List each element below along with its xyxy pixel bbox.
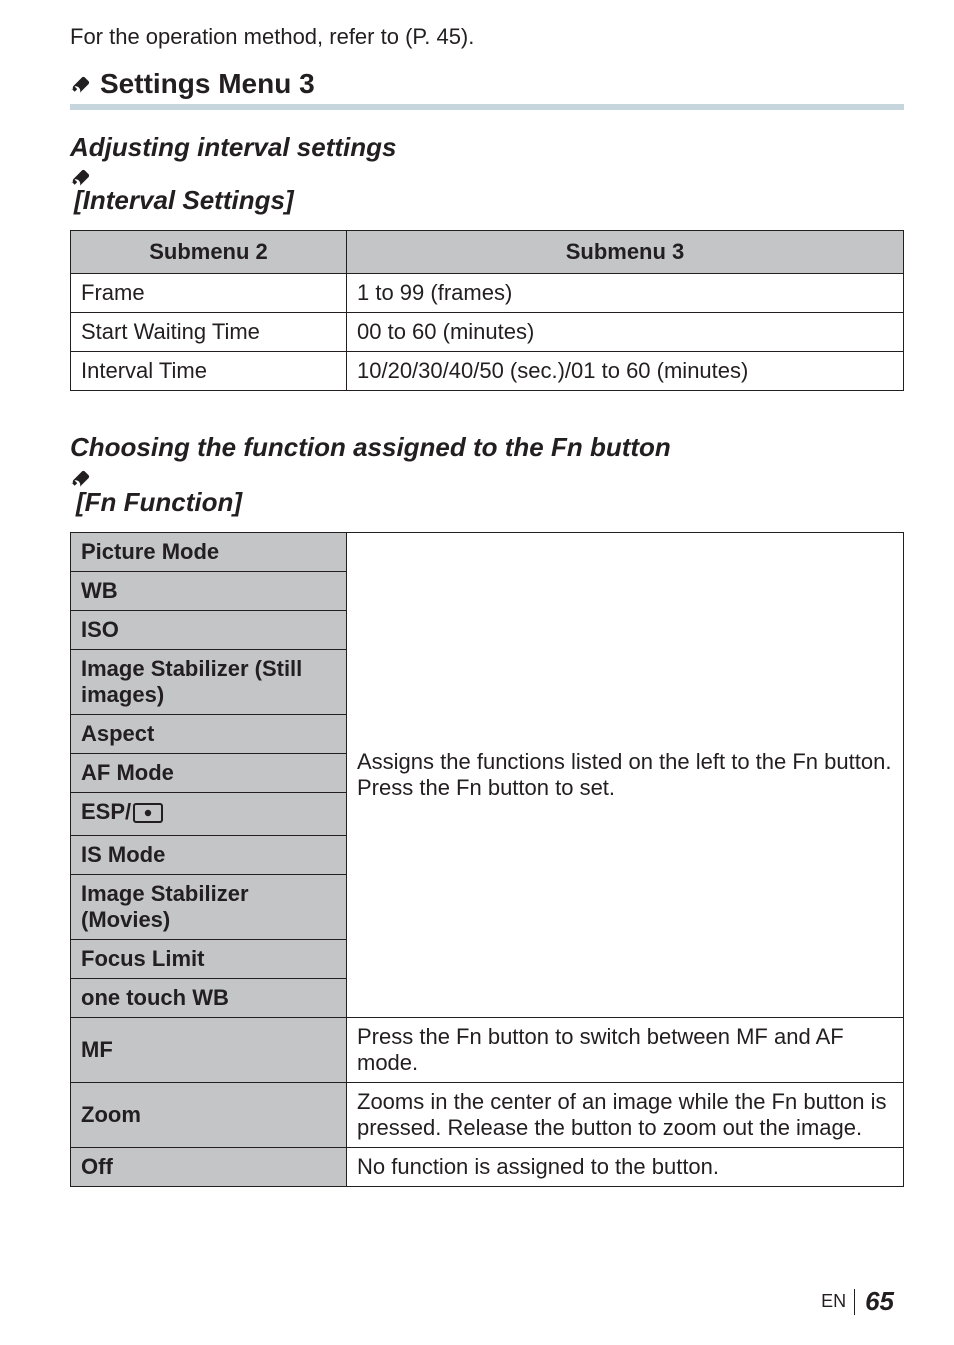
table1-row0-label: Frame — [71, 274, 347, 313]
fn-assign-desc-line2: Press the Fn button to set. — [357, 775, 893, 801]
fn-option-image-stabilizer-still: Image Stabilizer (Still images) — [71, 650, 347, 715]
fn-option-esp-spot: ESP/ — [71, 793, 347, 836]
fn-option-mf: MF — [71, 1018, 347, 1083]
table-row: Zoom Zooms in the center of an image whi… — [71, 1083, 904, 1148]
fn-option-focus-limit: Focus Limit — [71, 940, 347, 979]
fn-option-aspect: Aspect — [71, 715, 347, 754]
fn-assign-desc-line1: Assigns the functions listed on the left… — [357, 749, 893, 775]
table1-head-c2: Submenu 3 — [347, 231, 904, 274]
interval-subheading-bracket: [ — [74, 185, 83, 215]
intro-text: For the operation method, refer to (P. 4… — [70, 24, 904, 50]
interval-subheading-prefix: Adjusting interval settings — [70, 132, 397, 162]
fn-off-description: No function is assigned to the button. — [347, 1148, 904, 1187]
section-heading: Settings Menu 3 — [70, 68, 904, 100]
wrench-icon — [70, 74, 92, 96]
section-underline — [70, 104, 904, 110]
fn-option-picture-mode: Picture Mode — [71, 533, 347, 572]
table1-row2-value: 10/20/30/40/50 (sec.)/01 to 60 (minutes) — [347, 352, 904, 391]
fn-option-is-mode: IS Mode — [71, 836, 347, 875]
section-heading-text: Settings Menu 3 — [100, 68, 315, 100]
fn-function-table: Picture Mode Assigns the functions liste… — [70, 532, 904, 1187]
fn-option-af-mode: AF Mode — [71, 754, 347, 793]
footer-divider — [854, 1289, 855, 1315]
wrench-icon — [70, 167, 904, 189]
table-row: MF Press the Fn button to switch between… — [71, 1018, 904, 1083]
page: For the operation method, refer to (P. 4… — [0, 0, 954, 1345]
fn-option-iso: ISO — [71, 611, 347, 650]
fn-zoom-description: Zooms in the center of an image while th… — [347, 1083, 904, 1148]
fn-option-esp-label: ESP/ — [81, 799, 131, 824]
fn-mf-description: Press the Fn button to switch between MF… — [347, 1018, 904, 1083]
table-row: Interval Time 10/20/30/40/50 (sec.)/01 t… — [71, 352, 904, 391]
table1-row2-label: Interval Time — [71, 352, 347, 391]
table1-row1-label: Start Waiting Time — [71, 313, 347, 352]
fn-subheading-line2: [Fn Function] — [76, 487, 242, 517]
table1-head-c1: Submenu 2 — [71, 231, 347, 274]
footer-page-number: 65 — [865, 1286, 894, 1317]
table1-row0-value: 1 to 99 (frames) — [347, 274, 904, 313]
wrench-icon — [70, 468, 904, 490]
fn-option-one-touch-wb: one touch WB — [71, 979, 347, 1018]
table-row: Start Waiting Time 00 to 60 (minutes) — [71, 313, 904, 352]
table1-row1-value: 00 to 60 (minutes) — [347, 313, 904, 352]
fn-assign-description: Assigns the functions listed on the left… — [347, 533, 904, 1018]
fn-option-zoom: Zoom — [71, 1083, 347, 1148]
interval-subheading-title: Interval Settings] — [83, 185, 294, 215]
table-row: Frame 1 to 99 (frames) — [71, 274, 904, 313]
table-row: Picture Mode Assigns the functions liste… — [71, 533, 904, 572]
fn-option-off: Off — [71, 1148, 347, 1187]
page-footer: EN 65 — [821, 1286, 894, 1317]
table-row: Off No function is assigned to the butto… — [71, 1148, 904, 1187]
spot-metering-icon — [133, 803, 163, 829]
interval-subheading: Adjusting interval settings [Interval Se… — [70, 132, 904, 216]
fn-subheading: Choosing the function assigned to the Fn… — [70, 431, 904, 518]
fn-subheading-line1: Choosing the function assigned to the Fn… — [70, 432, 671, 462]
fn-option-wb: WB — [71, 572, 347, 611]
interval-settings-table: Submenu 2 Submenu 3 Frame 1 to 99 (frame… — [70, 230, 904, 391]
footer-lang: EN — [821, 1291, 846, 1312]
fn-option-image-stabilizer-movies: Image Stabilizer (Movies) — [71, 875, 347, 940]
